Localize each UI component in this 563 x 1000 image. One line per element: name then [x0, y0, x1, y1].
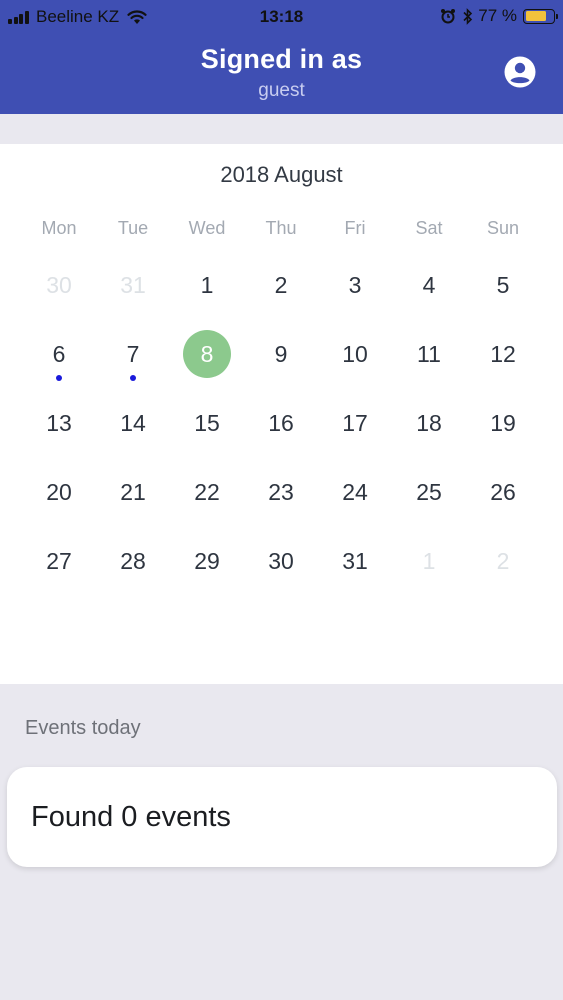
- calendar-day[interactable]: 3: [318, 260, 392, 310]
- calendar-day[interactable]: 18: [392, 398, 466, 448]
- events-count-text: Found 0 events: [31, 801, 231, 833]
- events-card: Found 0 events: [7, 767, 557, 867]
- calendar-day[interactable]: 4: [392, 260, 466, 310]
- calendar-day-number: 10: [342, 341, 368, 367]
- calendar-day-number: 31: [342, 548, 368, 574]
- calendar-day[interactable]: 6: [22, 329, 96, 381]
- calendar-day[interactable]: 28: [96, 536, 170, 586]
- calendar-day[interactable]: 2: [244, 260, 318, 310]
- calendar-month-title: 2018 August: [220, 162, 343, 187]
- calendar-day-number: 17: [342, 410, 368, 436]
- calendar-day-number: 13: [46, 410, 72, 436]
- calendar-day[interactable]: 14: [96, 398, 170, 448]
- alarm-icon: [441, 9, 456, 24]
- calendar-day-selected[interactable]: 8: [170, 329, 244, 379]
- calendar-day[interactable]: 2: [466, 536, 540, 586]
- calendar-day-number: 7: [126, 341, 140, 367]
- weekday-label: Sat: [415, 218, 443, 238]
- calendar-day[interactable]: 27: [22, 536, 96, 586]
- calendar-day-number: 28: [120, 548, 146, 574]
- calendar-day-number: 27: [46, 548, 72, 574]
- account-circle-icon[interactable]: [503, 55, 537, 89]
- calendar-day-number: 30: [268, 548, 294, 574]
- calendar-week-row: 20 21 22 23 24 25 26: [22, 467, 540, 517]
- weekday-label: Sun: [486, 218, 520, 238]
- calendar-day-number: 25: [416, 479, 442, 505]
- calendar-day[interactable]: 25: [392, 467, 466, 517]
- calendar-day-number: 6: [52, 341, 66, 367]
- event-indicator-dot: [130, 375, 136, 381]
- calendar-day-number: 22: [194, 479, 220, 505]
- weekday-label: Fri: [344, 218, 366, 238]
- event-indicator-dot: [56, 375, 62, 381]
- calendar-day[interactable]: 23: [244, 467, 318, 517]
- calendar-day-number: 12: [490, 341, 516, 367]
- calendar-day[interactable]: 31: [318, 536, 392, 586]
- calendar-day[interactable]: 31: [96, 260, 170, 310]
- calendar-day[interactable]: 19: [466, 398, 540, 448]
- calendar-day-number: 9: [274, 341, 288, 367]
- calendar-day[interactable]: 24: [318, 467, 392, 517]
- calendar-day-number: 24: [342, 479, 368, 505]
- calendar-day[interactable]: 10: [318, 329, 392, 379]
- calendar-day-number: 4: [422, 272, 436, 298]
- calendar-day-number: 26: [490, 479, 516, 505]
- calendar-day[interactable]: 29: [170, 536, 244, 586]
- weekday-label: Tue: [117, 218, 149, 238]
- calendar-day[interactable]: 15: [170, 398, 244, 448]
- calendar-day[interactable]: 30: [244, 536, 318, 586]
- calendar-day[interactable]: 7: [96, 329, 170, 381]
- calendar-day-number: 20: [46, 479, 72, 505]
- calendar-day-number: 31: [120, 272, 146, 298]
- weekday-header: Mon Tue Wed Thu Fri Sat Sun: [22, 218, 540, 239]
- calendar-day-number: 15: [194, 410, 220, 436]
- calendar-week-row: 6 7 8 9 10 11 12: [22, 329, 540, 381]
- calendar-day[interactable]: 13: [22, 398, 96, 448]
- calendar-day[interactable]: 26: [466, 467, 540, 517]
- calendar-day-number: 30: [46, 272, 72, 298]
- header-title: Signed in as: [200, 44, 363, 74]
- calendar-day[interactable]: 21: [96, 467, 170, 517]
- calendar-day[interactable]: 12: [466, 329, 540, 379]
- calendar-week-row: 30 31 1 2 3 4 5: [22, 260, 540, 310]
- calendar-day[interactable]: 1: [392, 536, 466, 586]
- header-username: guest: [258, 80, 305, 101]
- calendar-day-number: 2: [496, 548, 510, 574]
- calendar-day[interactable]: 9: [244, 329, 318, 379]
- calendar-day-number: 2: [274, 272, 288, 298]
- calendar-day[interactable]: 1: [170, 260, 244, 310]
- weekday-label: Mon: [41, 218, 77, 238]
- calendar-day-number: 1: [422, 548, 436, 574]
- bluetooth-icon: [463, 7, 473, 25]
- calendar-week-row: 13 14 15 16 17 18 19: [22, 398, 540, 448]
- events-section-label: Events today: [25, 717, 141, 739]
- app-header: Beeline KZ 13:18 77 % Signed in as guest: [0, 0, 563, 114]
- calendar: 2018 August Mon Tue Wed Thu Fri Sat Sun 30 31 1 2…: [0, 144, 563, 684]
- calendar-day-number: 14: [120, 410, 146, 436]
- calendar-day-number: 16: [268, 410, 294, 436]
- calendar-week-row: 27 28 29 30 31 1 2: [22, 536, 540, 586]
- battery-percentage: 77 %: [478, 6, 517, 25]
- battery-icon: [523, 8, 558, 24]
- calendar-day[interactable]: 11: [392, 329, 466, 379]
- calendar-day[interactable]: 5: [466, 260, 540, 310]
- calendar-day-number: 3: [348, 272, 362, 298]
- calendar-day-number: 29: [194, 548, 220, 574]
- calendar-day-number: 19: [490, 410, 516, 436]
- calendar-day[interactable]: 17: [318, 398, 392, 448]
- calendar-day[interactable]: 22: [170, 467, 244, 517]
- calendar-day[interactable]: 30: [22, 260, 96, 310]
- calendar-day-number: 21: [120, 479, 146, 505]
- weekday-label: Thu: [265, 218, 297, 238]
- status-bar: Beeline KZ 13:18 77 %: [0, 0, 563, 34]
- calendar-day-number: 18: [416, 410, 442, 436]
- calendar-day-number: 1: [200, 272, 214, 298]
- calendar-day-number: 11: [417, 341, 441, 367]
- calendar-day[interactable]: 20: [22, 467, 96, 517]
- calendar-day-number: 23: [268, 479, 294, 505]
- weekday-label: Wed: [188, 218, 226, 238]
- calendar-day-number: 5: [496, 272, 510, 298]
- calendar-day[interactable]: 16: [244, 398, 318, 448]
- calendar-day-number: 8: [200, 341, 214, 367]
